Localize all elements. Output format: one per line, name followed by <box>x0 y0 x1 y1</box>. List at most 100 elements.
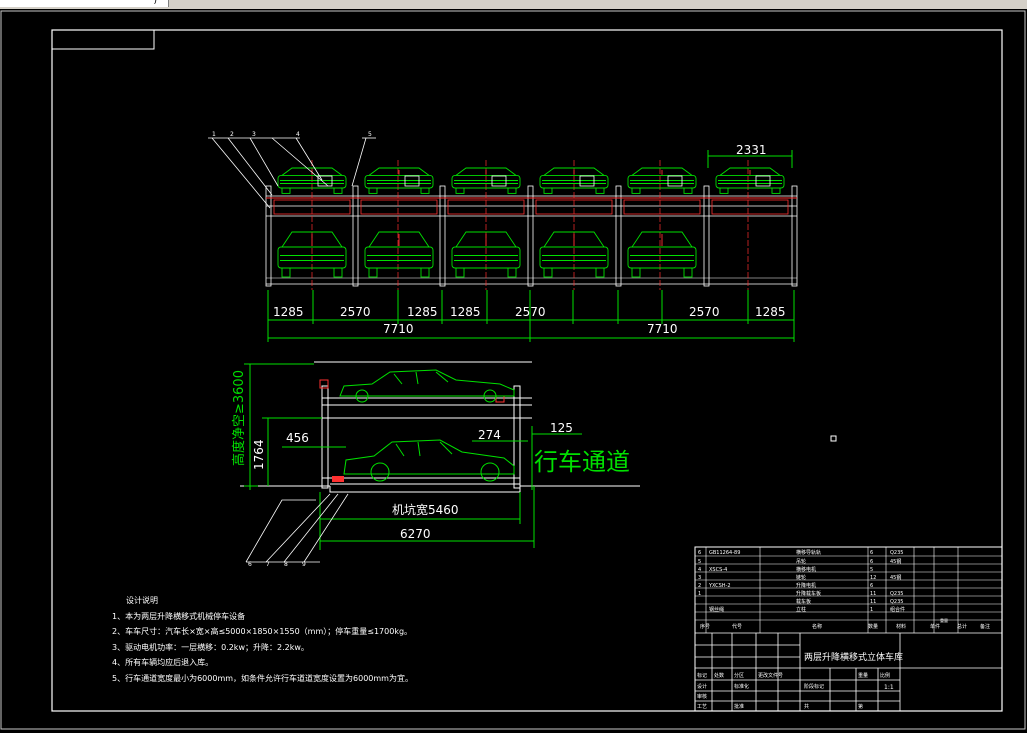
parts-table-cell: 11 <box>870 591 876 597</box>
tb-label-stage: 阶段标记 <box>804 683 824 690</box>
parts-table-cell: 立柱 <box>796 606 806 613</box>
dim-6270: 6270 <box>400 527 431 541</box>
car-front-view <box>539 231 609 278</box>
parts-table-cell: 6 <box>698 550 701 556</box>
drive-motor <box>667 175 683 187</box>
parts-table-cell: 载车板 <box>796 598 811 605</box>
dim-1285-a: 1285 <box>273 305 304 319</box>
cad-drawing-canvas[interactable]: 2331 1 2 3 4 5 1285 2570 1285 1285 2570 … <box>0 0 1027 733</box>
tb-sheet-num: 第 <box>858 703 863 710</box>
note-line-3: 3、驱动电机功率：一层横移：0.2kw；升降：2.2kw。 <box>112 642 309 652</box>
parts-table-cell: 组合件 <box>890 606 905 613</box>
parts-table-cell: 6 <box>870 559 873 565</box>
dim-7710-left: 7710 <box>383 322 414 336</box>
parts-table-header: 备注 <box>980 623 990 630</box>
plan-view: 2331 1 2 3 4 5 1285 2570 1285 1285 2570 … <box>208 131 798 342</box>
height-clearance-label: 高度净空≥3600 <box>231 370 247 466</box>
cursor-marker <box>830 435 837 442</box>
parts-table-cell: 2 <box>698 583 701 589</box>
parts-table-header: 总计 <box>957 623 967 630</box>
drive-motor <box>404 175 420 187</box>
design-notes: 设计说明 1、本为两层升降横移式机械停车设备 2、车车尺寸：汽车长×宽×高≤50… <box>112 595 413 683</box>
car-front-view <box>364 167 434 194</box>
corner-code-box <box>51 29 155 50</box>
parts-table-cell: 5 <box>870 567 873 573</box>
parts-table-cell: 横移导轨轨 <box>796 549 821 556</box>
dim-1285-d: 1285 <box>755 305 786 319</box>
callout-7: 7 <box>266 561 270 568</box>
pit-width-label: 机坑宽5460 <box>392 502 459 517</box>
note-line-2: 2、车车尺寸：汽车长×宽×高≤5000×1850×1550（mm）；停车重量≤1… <box>112 626 412 636</box>
parts-table-cell: 升降电机 <box>796 582 816 589</box>
callout-5: 5 <box>368 131 372 138</box>
plan-column <box>791 185 798 287</box>
parts-table-header: 数量 <box>868 623 878 630</box>
note-line-1: 1、本为两层升降横移式机械停车设备 <box>112 611 245 621</box>
plan-column <box>352 185 359 287</box>
drive-motor <box>755 175 771 187</box>
parts-table-weight-header: 重量 <box>940 617 948 623</box>
parts-table-cell: 45钢 <box>890 558 901 565</box>
upper-pallet <box>623 199 701 215</box>
dim-1285-c: 1285 <box>450 305 481 319</box>
drawing-title: 两层升降横移式立体车库 <box>804 651 903 663</box>
callout-9: 9 <box>302 561 306 568</box>
dim-274: 274 <box>478 428 501 442</box>
tb-label-process: 工艺 <box>697 704 707 710</box>
dim-2570-a: 2570 <box>340 305 371 319</box>
parts-table-cell: Q235 <box>890 591 903 597</box>
parts-table-cell: 6 <box>870 550 873 556</box>
drawing-border <box>51 29 1003 712</box>
parts-table-cell: Q235 <box>890 599 903 605</box>
dim-text-2331: 2331 <box>736 143 767 157</box>
plan-column <box>439 185 446 287</box>
parts-table-header: 单件 <box>930 623 940 630</box>
drive-motor <box>579 175 595 187</box>
tb-label-scale: 比例 <box>880 672 890 679</box>
parts-table-cell: 升降载车板 <box>796 590 821 597</box>
parts-table-cell: 12 <box>870 575 876 581</box>
tb-scale-value: 1:1 <box>884 684 894 691</box>
tb-label-review: 审核 <box>697 693 707 700</box>
dim-1285-b: 1285 <box>407 305 438 319</box>
car-front-view <box>451 231 521 278</box>
plan-column <box>615 185 622 287</box>
parts-table-cell: XSCS-4 <box>709 567 727 573</box>
outer-frame <box>0 10 1026 730</box>
tb-sheet-total: 共 <box>804 703 809 710</box>
parts-table-header: 序号 <box>700 623 710 630</box>
callout-4: 4 <box>296 131 300 138</box>
driving-lane-label: 行车通道 <box>534 448 630 476</box>
parts-table-header: 代号 <box>732 623 742 630</box>
dim-456: 456 <box>286 431 309 445</box>
upper-car-side <box>339 369 515 403</box>
parts-table-cell: 吊轮 <box>796 558 806 565</box>
plan-column <box>703 185 710 287</box>
parts-table-cell: YXCSH-2 <box>708 583 731 589</box>
tb-label-approve: 批准 <box>734 703 744 710</box>
parts-table-cell: 3 <box>698 575 701 581</box>
dim-125: 125 <box>550 421 573 435</box>
upper-pallet <box>360 199 438 215</box>
plan-column <box>265 185 272 287</box>
callout-8: 8 <box>284 561 288 568</box>
dim-2570-b: 2570 <box>515 305 546 319</box>
parts-table-cell: 横移电机 <box>796 566 816 573</box>
notes-title: 设计说明 <box>126 595 158 605</box>
parts-table-cell: 1 <box>698 591 701 597</box>
parts-table-cell: 45钢 <box>890 574 901 581</box>
elevation-view: 高度净空≥3600 1764 456 274 125 行车通道 机坑宽5460 … <box>231 361 640 568</box>
callout-6: 6 <box>248 561 252 568</box>
parts-table-cell: 1 <box>870 607 873 613</box>
plan-column <box>527 185 534 287</box>
parts-table-header: 材料 <box>896 623 906 630</box>
car-front-view <box>277 231 347 278</box>
parts-table-cell: GB11264-89 <box>709 550 740 556</box>
parts-table-cell: Q235 <box>890 550 903 556</box>
parts-table-cell: 链轮 <box>796 574 806 581</box>
tb-label-standard: 标准化 <box>734 683 749 690</box>
note-line-5: 5、行车通道宽度最小为6000mm，如条件允许行车道道宽度设置为6000mm为宜… <box>112 673 413 683</box>
callout-2: 2 <box>230 131 234 138</box>
parts-table-cell: 6 <box>870 583 873 589</box>
tb-label-design: 设计 <box>697 683 707 690</box>
